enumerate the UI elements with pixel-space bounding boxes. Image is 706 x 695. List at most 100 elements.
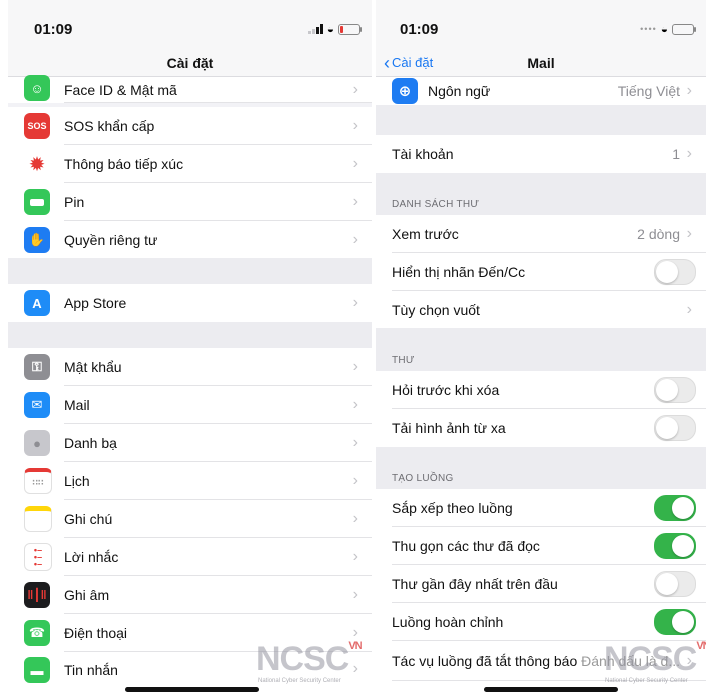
item-label: Pin [64, 194, 85, 210]
chevron-right-icon: › [352, 230, 358, 248]
chevron-right-icon: › [352, 586, 358, 603]
watermark-logo: NCSCVN [604, 640, 706, 678]
most-recent-top-label: Thư gần đây nhất trên đầu [392, 576, 558, 592]
notes-icon [24, 506, 52, 532]
ask-before-delete-toggle[interactable] [654, 377, 696, 403]
collapse-read-row: Thu gọn các thư đã đọc [376, 527, 706, 565]
face-id-icon: ☺ [24, 75, 50, 101]
swipe-options-label: Tùy chọn vuốt [392, 301, 480, 318]
chevron-right-icon: › [352, 510, 358, 527]
nav-bar: Cài đặt [8, 52, 372, 77]
item-label: Mật khẩu [64, 359, 122, 375]
signal-icon [307, 24, 323, 34]
section-header-threading: TẠO LUỒNG [392, 473, 454, 484]
settings-item-sos[interactable]: SOS SOS khẩn cấp › [8, 107, 372, 145]
page-title: Mail [527, 55, 555, 71]
settings-item-mail[interactable]: ✉ Mail › [8, 386, 372, 424]
calendar-icon: ∷∷ [24, 468, 52, 494]
accounts-value: 1 [672, 146, 680, 162]
muted-thread-action-label: Tác vụ luồng đã tắt thông báo [392, 653, 578, 669]
item-label: Danh bạ [64, 435, 117, 451]
settings-item-battery[interactable]: Pin › [8, 183, 372, 221]
mail-icon: ✉ [24, 392, 50, 418]
item-label: Face ID & Mật mã [64, 82, 177, 98]
home-indicator[interactable] [484, 687, 618, 692]
load-remote-images-row: Tải hình ảnh từ xa [376, 409, 706, 447]
home-indicator[interactable] [125, 687, 259, 692]
organize-by-thread-label: Sắp xếp theo luồng [392, 500, 513, 516]
language-label: Ngôn ngữ [428, 83, 491, 99]
settings-item-app-store[interactable]: A App Store › [8, 284, 372, 322]
sos-icon: SOS [24, 113, 50, 139]
organize-by-thread-row: Sắp xếp theo luồng [376, 489, 706, 527]
chevron-right-icon: › [686, 82, 692, 99]
signal-dots-icon: •••• [640, 24, 657, 34]
settings-item-passwords[interactable]: ⚿ Mật khẩu › [8, 348, 372, 386]
chevron-right-icon: › [352, 117, 358, 134]
voice-memos-icon: ‖┃‖ [24, 582, 50, 608]
nav-bar: ‹ Cài đặt Mail [376, 52, 706, 77]
chevron-right-icon: › [352, 294, 358, 311]
watermark-logo: NCSCVN [256, 640, 363, 678]
chevron-right-icon: › [352, 396, 358, 413]
chevron-right-icon: › [352, 472, 358, 489]
preview-label: Xem trước [392, 226, 459, 242]
language-row[interactable]: ⊕ Ngôn ngữ Tiếng Việt › [376, 77, 706, 105]
chevron-right-icon: › [352, 155, 358, 172]
settings-item-reminders[interactable]: •– •– •– Lời nhắc › [8, 538, 372, 576]
chevron-right-icon: › [352, 193, 358, 210]
mail-settings-panel: 01:09 •••• ◒ ‹ Cài đặt Mail ⊕ Ngôn ngữ Ti… [376, 0, 706, 695]
messages-icon: ▬ [24, 657, 50, 683]
load-remote-images-toggle[interactable] [654, 415, 696, 441]
settings-item-notes[interactable]: Ghi chú › [8, 500, 372, 538]
contacts-icon: ● [24, 430, 50, 456]
settings-panel: 01:09 ◒ Cài đặt ☺ Face ID & Mật mã › SOS… [8, 0, 372, 695]
load-remote-images-label: Tải hình ảnh từ xa [392, 420, 506, 436]
status-bar: 01:09 ◒ [8, 0, 372, 56]
show-to-cc-toggle[interactable] [654, 259, 696, 285]
item-label: Ghi âm [64, 587, 110, 603]
section-gap [8, 322, 372, 348]
settings-item-contacts[interactable]: ● Danh bạ › [8, 424, 372, 462]
hand-icon: ✋ [24, 226, 50, 253]
battery-low-icon [338, 23, 362, 35]
most-recent-top-toggle[interactable] [654, 571, 696, 597]
organize-by-thread-toggle[interactable] [654, 495, 696, 521]
settings-item-face-id[interactable]: ☺ Face ID & Mật mã › [8, 75, 372, 103]
section-gap [376, 328, 706, 371]
section-header-message-list: DANH SÁCH THƯ [392, 199, 480, 210]
battery-icon [24, 189, 50, 215]
collapse-read-toggle[interactable] [654, 533, 696, 559]
reminders-icon: •– •– •– [24, 543, 52, 571]
app-store-icon: A [24, 290, 50, 316]
item-label: App Store [64, 295, 127, 311]
watermark-subtitle: National Cyber Security Center [605, 678, 688, 684]
exposure-notification-icon: ✹ [24, 151, 50, 177]
swipe-options-row[interactable]: Tùy chọn vuốt › [376, 291, 706, 328]
settings-item-exposure[interactable]: ✹ Thông báo tiếp xúc › [8, 145, 372, 183]
section-header-messages: THƯ [392, 355, 415, 366]
accounts-row[interactable]: Tài khoản 1 › [376, 135, 706, 173]
complete-threads-toggle[interactable] [654, 609, 696, 635]
show-to-cc-row: Hiển thị nhãn Đến/Cc [376, 253, 706, 291]
item-label: Thông báo tiếp xúc [64, 156, 184, 172]
accounts-label: Tài khoản [392, 146, 454, 162]
settings-item-privacy[interactable]: ✋ Quyền riêng tư › [8, 221, 372, 258]
page-title: Cài đặt [166, 55, 214, 71]
collapse-read-label: Thu gọn các thư đã đọc [392, 538, 540, 554]
settings-item-calendar[interactable]: ∷∷ Lịch › [8, 462, 372, 500]
preview-row[interactable]: Xem trước 2 dòng › [376, 215, 706, 253]
section-gap [376, 105, 706, 135]
item-label: Lời nhắc [64, 549, 119, 565]
complete-threads-row: Luồng hoàn chỉnh [376, 603, 706, 641]
item-label: Tin nhắn [64, 662, 118, 678]
language-value: Tiếng Việt [617, 83, 680, 99]
settings-item-voice-memos[interactable]: ‖┃‖ Ghi âm › [8, 576, 372, 614]
preview-value: 2 dòng [637, 226, 680, 242]
status-time: 01:09 [34, 21, 73, 38]
ask-before-delete-row: Hỏi trước khi xóa [376, 371, 706, 409]
watermark-subtitle: National Cyber Security Center [258, 678, 341, 684]
chevron-right-icon: › [352, 81, 358, 98]
most-recent-top-row: Thư gần đây nhất trên đầu [376, 565, 706, 603]
show-to-cc-label: Hiển thị nhãn Đến/Cc [392, 264, 526, 280]
